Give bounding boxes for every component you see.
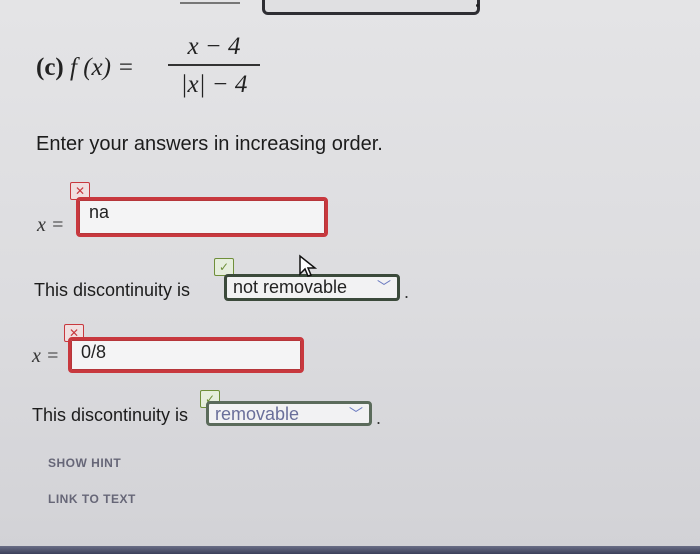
discontinuity-1-prefix: This discontinuity is (34, 280, 191, 300)
chevron-down-icon: ﹀ (377, 279, 391, 295)
function-fraction: x − 4 |x| − 4 (168, 32, 260, 100)
function-definition: (c) f (x) = (36, 54, 134, 82)
discontinuity-2-type-select[interactable]: removable ﹀ (206, 401, 372, 426)
x-equals-label: x = (32, 345, 60, 367)
fraction-denominator: |x| − 4 (180, 71, 248, 98)
fraction-numerator: x − 4 (187, 33, 241, 60)
discontinuity-1-type-value: not removable (233, 277, 348, 297)
discontinuity-2-prefix: This discontinuity is (32, 405, 189, 425)
link-to-text-link[interactable]: LINK TO TEXT (48, 492, 136, 506)
discontinuity-2-type-value: removable (215, 404, 300, 424)
x-equals-label: x = (37, 214, 65, 236)
show-hint-link[interactable]: SHOW HINT (48, 456, 121, 470)
discontinuity-2-input[interactable]: 0/8 (68, 337, 304, 373)
discontinuity-2-value: 0/8 (81, 342, 107, 362)
function-lhs: f (x) = (70, 54, 135, 81)
previous-answer-field[interactable] (262, 0, 480, 15)
discontinuity-1-input[interactable]: na (76, 197, 328, 237)
mouse-pointer-icon (299, 254, 318, 277)
screen-bezel (0, 546, 700, 554)
part-label: (c) (36, 54, 64, 81)
fraction-bar (168, 64, 260, 66)
instructions-text: Enter your answers in increasing order. (36, 133, 383, 155)
discontinuity-1-value: na (89, 202, 110, 222)
period: . (404, 282, 410, 302)
period: . (376, 408, 382, 428)
period-mark (476, 4, 479, 7)
chevron-down-icon: ﹀ (349, 406, 363, 422)
previous-content-fragment (180, 0, 240, 4)
